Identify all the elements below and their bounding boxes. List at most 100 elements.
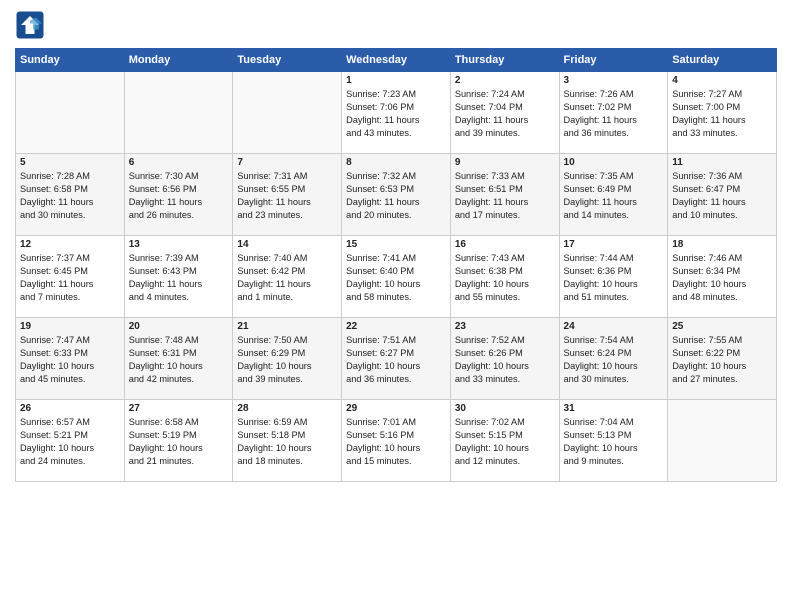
- day-number: 18: [672, 239, 772, 250]
- header-cell-saturday: Saturday: [668, 49, 777, 72]
- header-cell-monday: Monday: [124, 49, 233, 72]
- day-info: Sunrise: 7:26 AM Sunset: 7:02 PM Dayligh…: [564, 88, 664, 140]
- day-number: 24: [564, 321, 664, 332]
- day-info: Sunrise: 7:55 AM Sunset: 6:22 PM Dayligh…: [672, 334, 772, 386]
- day-number: 25: [672, 321, 772, 332]
- calendar-cell: 20Sunrise: 7:48 AM Sunset: 6:31 PM Dayli…: [124, 318, 233, 400]
- day-info: Sunrise: 7:36 AM Sunset: 6:47 PM Dayligh…: [672, 170, 772, 222]
- day-number: 21: [237, 321, 337, 332]
- header-cell-thursday: Thursday: [450, 49, 559, 72]
- calendar-cell: 19 Sunrise: 7:47 AM Sunset: 6:33 PM Dayli…: [16, 318, 125, 400]
- calendar-cell: 2Sunrise: 7:24 AM Sunset: 7:04 PM Daylig…: [450, 72, 559, 154]
- page-header: [15, 10, 777, 40]
- day-info: Sunrise: 7:30 AM Sunset: 6:56 PM Dayligh…: [129, 170, 229, 222]
- calendar-table: SundayMondayTuesdayWednesdayThursdayFrid…: [15, 48, 777, 482]
- calendar-cell: 13 Sunrise: 7:39 AM Sunset: 6:43 PM Dayli…: [124, 236, 233, 318]
- calendar-cell: [124, 72, 233, 154]
- day-number: 28: [237, 403, 337, 414]
- calendar-cell: 15 Sunrise: 7:41 AM Sunset: 6:40 PM Dayli…: [342, 236, 451, 318]
- day-number: 15: [346, 239, 446, 250]
- calendar-cell: 12 Sunrise: 7:37 AM Sunset: 6:45 PM Dayli…: [16, 236, 125, 318]
- calendar-cell: 14 Sunrise: 7:40 AM Sunset: 6:42 PM Dayli…: [233, 236, 342, 318]
- day-info: Sunrise: 7:50 AM Sunset: 6:29 PM Dayligh…: [237, 334, 337, 386]
- day-info: Sunrise: 7:31 AM Sunset: 6:55 PM Dayligh…: [237, 170, 337, 222]
- day-info: Sunrise: 7:41 AM Sunset: 6:40 PM Dayligh…: [346, 252, 446, 304]
- calendar-cell: 30Sunrise: 7:02 AM Sunset: 5:15 PM Dayli…: [450, 400, 559, 482]
- day-number: 26: [20, 403, 120, 414]
- week-row-3: 12 Sunrise: 7:37 AM Sunset: 6:45 PM Dayli…: [16, 236, 777, 318]
- calendar-cell: 16Sunrise: 7:43 AM Sunset: 6:38 PM Dayli…: [450, 236, 559, 318]
- calendar-body: 1 Sunrise: 7:23 AM Sunset: 7:06 PM Daylig…: [16, 72, 777, 482]
- header-row: SundayMondayTuesdayWednesdayThursdayFrid…: [16, 49, 777, 72]
- calendar-cell: 3 Sunrise: 7:26 AM Sunset: 7:02 PM Daylig…: [559, 72, 668, 154]
- day-info: Sunrise: 7:40 AM Sunset: 6:42 PM Dayligh…: [237, 252, 337, 304]
- day-info: Sunrise: 7:51 AM Sunset: 6:27 PM Dayligh…: [346, 334, 446, 386]
- week-row-1: 1 Sunrise: 7:23 AM Sunset: 7:06 PM Daylig…: [16, 72, 777, 154]
- day-number: 9: [455, 157, 555, 168]
- day-number: 19: [20, 321, 120, 332]
- day-number: 17: [564, 239, 664, 250]
- day-number: 12: [20, 239, 120, 250]
- calendar-cell: 23Sunrise: 7:52 AM Sunset: 6:26 PM Dayli…: [450, 318, 559, 400]
- day-number: 29: [346, 403, 446, 414]
- day-number: 13: [129, 239, 229, 250]
- calendar-cell: 7 Sunrise: 7:31 AM Sunset: 6:55 PM Daylig…: [233, 154, 342, 236]
- calendar-cell: 21 Sunrise: 7:50 AM Sunset: 6:29 PM Dayli…: [233, 318, 342, 400]
- logo-icon: [15, 10, 45, 40]
- calendar-cell: 11 Sunrise: 7:36 AM Sunset: 6:47 PM Dayli…: [668, 154, 777, 236]
- calendar-cell: 17 Sunrise: 7:44 AM Sunset: 6:36 PM Dayli…: [559, 236, 668, 318]
- header-cell-tuesday: Tuesday: [233, 49, 342, 72]
- calendar-cell: 31 Sunrise: 7:04 AM Sunset: 5:13 PM Dayli…: [559, 400, 668, 482]
- day-number: 10: [564, 157, 664, 168]
- calendar-header: SundayMondayTuesdayWednesdayThursdayFrid…: [16, 49, 777, 72]
- day-info: Sunrise: 7:04 AM Sunset: 5:13 PM Dayligh…: [564, 416, 664, 468]
- day-info: Sunrise: 7:32 AM Sunset: 6:53 PM Dayligh…: [346, 170, 446, 222]
- calendar-cell: 29 Sunrise: 7:01 AM Sunset: 5:16 PM Dayli…: [342, 400, 451, 482]
- day-info: Sunrise: 7:44 AM Sunset: 6:36 PM Dayligh…: [564, 252, 664, 304]
- day-info: Sunrise: 7:43 AM Sunset: 6:38 PM Dayligh…: [455, 252, 555, 304]
- day-number: 7: [237, 157, 337, 168]
- header-cell-friday: Friday: [559, 49, 668, 72]
- week-row-5: 26 Sunrise: 6:57 AM Sunset: 5:21 PM Dayli…: [16, 400, 777, 482]
- day-info: Sunrise: 7:24 AM Sunset: 7:04 PM Dayligh…: [455, 88, 555, 140]
- logo: [15, 10, 49, 40]
- day-number: 6: [129, 157, 229, 168]
- day-number: 11: [672, 157, 772, 168]
- day-info: Sunrise: 7:37 AM Sunset: 6:45 PM Dayligh…: [20, 252, 120, 304]
- day-info: Sunrise: 7:23 AM Sunset: 7:06 PM Dayligh…: [346, 88, 446, 140]
- calendar-cell: 5Sunrise: 7:28 AM Sunset: 6:58 PM Daylig…: [16, 154, 125, 236]
- calendar-cell: [233, 72, 342, 154]
- day-number: 31: [564, 403, 664, 414]
- calendar-cell: 28 Sunrise: 6:59 AM Sunset: 5:18 PM Dayli…: [233, 400, 342, 482]
- calendar-cell: [16, 72, 125, 154]
- day-number: 20: [129, 321, 229, 332]
- day-info: Sunrise: 6:59 AM Sunset: 5:18 PM Dayligh…: [237, 416, 337, 468]
- calendar-cell: 1 Sunrise: 7:23 AM Sunset: 7:06 PM Daylig…: [342, 72, 451, 154]
- calendar-cell: 22 Sunrise: 7:51 AM Sunset: 6:27 PM Dayli…: [342, 318, 451, 400]
- calendar-cell: 26 Sunrise: 6:57 AM Sunset: 5:21 PM Dayli…: [16, 400, 125, 482]
- day-number: 27: [129, 403, 229, 414]
- day-info: Sunrise: 7:47 AM Sunset: 6:33 PM Dayligh…: [20, 334, 120, 386]
- calendar-cell: 27 Sunrise: 6:58 AM Sunset: 5:19 PM Dayli…: [124, 400, 233, 482]
- day-number: 22: [346, 321, 446, 332]
- day-info: Sunrise: 7:01 AM Sunset: 5:16 PM Dayligh…: [346, 416, 446, 468]
- day-info: Sunrise: 7:28 AM Sunset: 6:58 PM Dayligh…: [20, 170, 120, 222]
- calendar-cell: [668, 400, 777, 482]
- day-info: Sunrise: 7:35 AM Sunset: 6:49 PM Dayligh…: [564, 170, 664, 222]
- calendar-cell: 10 Sunrise: 7:35 AM Sunset: 6:49 PM Dayli…: [559, 154, 668, 236]
- calendar-cell: 18 Sunrise: 7:46 AM Sunset: 6:34 PM Dayli…: [668, 236, 777, 318]
- day-number: 3: [564, 75, 664, 86]
- header-cell-sunday: Sunday: [16, 49, 125, 72]
- calendar-cell: 9Sunrise: 7:33 AM Sunset: 6:51 PM Daylig…: [450, 154, 559, 236]
- day-info: Sunrise: 6:57 AM Sunset: 5:21 PM Dayligh…: [20, 416, 120, 468]
- day-number: 1: [346, 75, 446, 86]
- day-number: 4: [672, 75, 772, 86]
- day-number: 23: [455, 321, 555, 332]
- day-number: 14: [237, 239, 337, 250]
- day-number: 8: [346, 157, 446, 168]
- day-info: Sunrise: 7:46 AM Sunset: 6:34 PM Dayligh…: [672, 252, 772, 304]
- day-info: Sunrise: 7:54 AM Sunset: 6:24 PM Dayligh…: [564, 334, 664, 386]
- day-info: Sunrise: 7:39 AM Sunset: 6:43 PM Dayligh…: [129, 252, 229, 304]
- header-cell-wednesday: Wednesday: [342, 49, 451, 72]
- day-info: Sunrise: 6:58 AM Sunset: 5:19 PM Dayligh…: [129, 416, 229, 468]
